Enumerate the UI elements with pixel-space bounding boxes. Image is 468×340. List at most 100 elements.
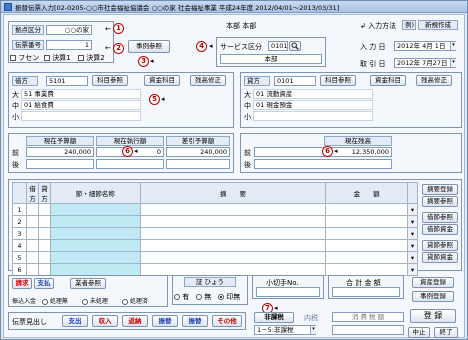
table-row[interactable]: 3 ▾ [12,227,419,240]
credit-code-field[interactable]: 0101 [274,76,316,86]
transfer2-heading-button[interactable]: 振替 [182,315,208,327]
debit-kamoku-ref-button[interactable]: 科目参照 [92,75,128,86]
debit-cell[interactable] [25,263,39,276]
register-button[interactable]: 登 録 [410,309,456,323]
transfer-heading-button[interactable]: 振替 [152,315,178,327]
amount-cell[interactable] [325,251,408,264]
jirei-register-button[interactable]: 事例登録 [412,291,454,302]
chevron-down-icon[interactable]: ▾ [450,59,456,67]
arrow-icon: ← [105,44,111,52]
tekiyo-reference-button[interactable]: 摘要参照 [422,196,458,207]
seikyu-button[interactable]: 請求 [12,278,32,289]
amount-cell[interactable] [325,263,408,276]
chevron-down-icon[interactable]: ▾ [450,42,456,50]
setsu-cell[interactable] [49,251,141,264]
arrow-icon: ← [105,25,111,33]
credit-cell[interactable] [37,227,51,240]
search-icon[interactable] [289,41,301,51]
vendor-reference-button[interactable]: 業者参照 [70,278,106,289]
chevron-down-icon[interactable]: ▾ [406,203,419,216]
table-row[interactable]: 6 ▾ [12,263,419,276]
kessan2-check[interactable]: 決算2 [78,53,105,63]
slip-number-field[interactable]: 1 [46,40,92,50]
shiharai-button[interactable]: 支払 [34,278,54,289]
credit-cell[interactable] [37,239,51,252]
chevron-down-icon[interactable]: ▾ [406,239,419,252]
service-code-field[interactable]: 0101 [268,41,288,51]
tekiyo-cell[interactable] [139,203,327,216]
tekiyo-register-button[interactable]: 摘要登録 [422,184,458,195]
credit-shikin-button[interactable]: 資金科目 [370,75,406,86]
debit-setsu-reference-button[interactable]: 借節参照 [422,212,458,223]
transaction-date-field[interactable]: 2012年 7月27日 [394,58,456,68]
chevron-down-icon[interactable]: ▾ [406,251,419,264]
facility-label: 拠点区分 [12,25,44,35]
debit-setsu-shikin-button[interactable]: 借節資金 [422,224,458,235]
credit-cell[interactable] [37,215,51,228]
table-row[interactable]: 2 ▾ [12,215,419,228]
credit-cell[interactable] [37,263,51,276]
setsu-cell[interactable] [49,215,141,228]
voucher-no-radio[interactable]: 無 [196,292,211,302]
fusen-check[interactable]: フセン [10,53,39,63]
credit-setsu-reference-button[interactable]: 貸節参照 [422,240,458,251]
debit-cell[interactable] [25,215,39,228]
debit-zandaka-button[interactable]: 残高修正 [190,75,226,86]
internal-tax-label: 内税 [304,314,318,322]
return-heading-button[interactable]: 返納 [122,315,148,327]
credit-cell[interactable] [37,203,51,216]
tax-type-button[interactable]: 非課税 [254,312,294,323]
amount-cell[interactable] [325,227,408,240]
debit-cell[interactable] [25,239,39,252]
window-title: 振替伝票入力[02-0205-○○市社会福祉協議会 ○○の家 社会福祉事業 平成… [15,4,340,12]
chevron-down-icon[interactable]: ▾ [406,263,419,276]
chevron-down-icon[interactable]: ▾ [406,215,419,228]
entry-date-field[interactable]: 2012年 4月 1日 [394,41,456,51]
jirei-reference-button[interactable]: 事例参照 [128,40,170,53]
tekiyo-cell[interactable] [139,251,327,264]
process-none-radio[interactable]: 処理無 [42,296,68,305]
credit-kamoku-ref-button[interactable]: 科目参照 [320,75,356,86]
voucher-nostamp-radio[interactable]: 印無 [218,292,240,302]
end-button[interactable]: 終了 [434,327,458,338]
expense-heading-button[interactable]: 支出 [62,315,88,327]
tekiyo-cell[interactable] [139,227,327,240]
credit-zandaka-button[interactable]: 残高修正 [416,75,452,86]
debit-header: 借方 [25,182,39,204]
chevron-down-icon[interactable]: ▾ [406,227,419,240]
process-done-radio[interactable]: 処理済 [122,296,148,305]
income-heading-button[interactable]: 収入 [92,315,118,327]
amount-cell[interactable] [325,215,408,228]
kessan1-check[interactable]: 決算1 [44,53,71,63]
table-row[interactable]: 1 ▾ [12,203,419,216]
credit-cell[interactable] [37,251,51,264]
debit-cell[interactable] [25,227,39,240]
setsu-cell[interactable] [49,227,141,240]
debit-shikin-button[interactable]: 資金科目 [144,75,180,86]
chevron-down-icon[interactable]: ▾ [310,326,316,334]
amount-cell[interactable] [325,239,408,252]
debit-chu-label: 中 [12,102,19,110]
setsu-cell[interactable] [49,263,141,276]
voucher-yes-radio[interactable]: 有 [174,292,189,302]
debit-cell[interactable] [25,251,39,264]
budget-mae-label: 前 [12,149,19,157]
tax-select[interactable]: 1－5:非課税 [254,325,316,335]
process-pending-radio[interactable]: 未処理 [82,296,108,305]
other-heading-button[interactable]: その他 [212,315,242,327]
amount-cell[interactable] [325,203,408,216]
setsu-cell[interactable] [49,239,141,252]
tekiyo-cell[interactable] [139,263,327,276]
table-row[interactable]: 5 ▾ [12,251,419,264]
setsu-cell[interactable] [49,203,141,216]
tekiyo-cell[interactable] [139,239,327,252]
debit-cell[interactable] [25,203,39,216]
check-number-field[interactable] [256,287,320,297]
asset-register-button[interactable]: 資産登録 [412,277,454,288]
facility-field[interactable]: ○○の家 [46,25,92,35]
table-row[interactable]: 4 ▾ [12,239,419,252]
debit-code-field[interactable]: 5101 [46,76,88,86]
tekiyo-cell[interactable] [139,215,327,228]
stop-button[interactable]: 中止 [408,327,430,338]
credit-setsu-shikin-button[interactable]: 貸節資金 [422,252,458,263]
